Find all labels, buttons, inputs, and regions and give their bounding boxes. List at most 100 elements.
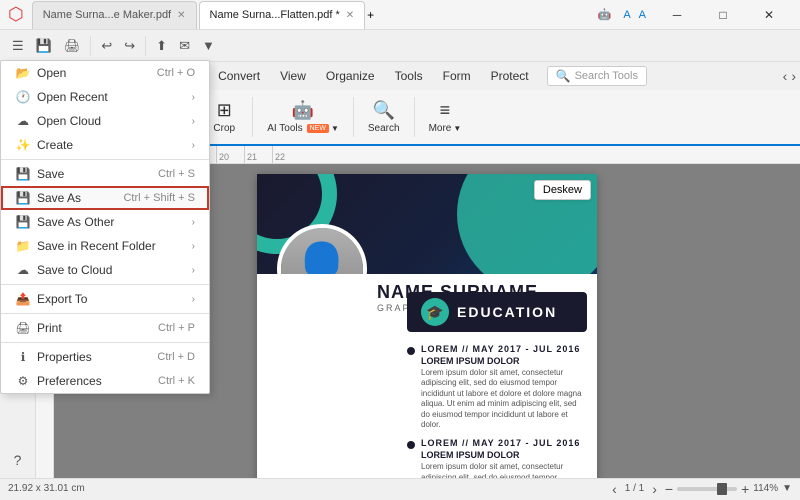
close-button[interactable]: ✕	[746, 0, 792, 30]
menu-properties[interactable]: ℹ Properties Ctrl + D	[1, 345, 209, 369]
menu-export[interactable]: 📤 Export To ›	[1, 287, 209, 311]
search-tools-label: Search Tools	[575, 70, 638, 82]
window-controls: ─ □ ✕	[654, 0, 792, 30]
edu-bullet-2: LOREM // MAY 2017 - JUL 2016 LOREM IPSUM…	[407, 438, 587, 478]
print-icon: 🖨	[15, 321, 31, 335]
menu-save[interactable]: 💾 Save Ctrl + S	[1, 162, 209, 186]
menu-open-cloud[interactable]: ☁ Open Cloud ›	[1, 109, 209, 133]
ruler-tick: 21	[244, 146, 272, 163]
minimize-button[interactable]: ─	[654, 0, 700, 30]
save-recent-folder-icon: 📁	[15, 239, 31, 253]
ribbon-sep5	[353, 97, 354, 137]
divider1	[1, 159, 209, 160]
save-label: Save	[37, 167, 64, 181]
nav-forward[interactable]: ›	[791, 68, 796, 84]
open-recent-icon: 🕐	[15, 90, 31, 104]
menu-open[interactable]: 📂 Open Ctrl + O	[1, 61, 209, 85]
app-logo: ⬡	[8, 4, 24, 25]
save-as-other-label: Save As Other	[37, 215, 114, 229]
menu-save-recent-folder-content: 📁 Save in Recent Folder	[15, 239, 156, 253]
properties-label: Properties	[37, 350, 92, 364]
menu-save-recent-folder[interactable]: 📁 Save in Recent Folder ›	[1, 234, 209, 258]
redo-button[interactable]: ↪	[120, 36, 139, 56]
help-button[interactable]: ?	[4, 446, 32, 474]
maximize-button[interactable]: □	[700, 0, 746, 30]
ai-indicator: 🤖	[598, 8, 612, 21]
menu-open-recent[interactable]: 🕐 Open Recent ›	[1, 85, 209, 109]
undo-button[interactable]: ↩	[97, 36, 116, 56]
ai-tools-button[interactable]: 🤖 AI Tools NEW ▼	[259, 92, 347, 142]
menu-open-recent-content: 🕐 Open Recent	[15, 90, 108, 104]
save-shortcut: Ctrl + S	[158, 168, 195, 180]
zoom-level-label: 114%	[753, 483, 778, 494]
separator1	[90, 36, 91, 56]
menu-export-content: 📤 Export To	[15, 292, 87, 306]
menu-create-content: ✨ Create	[15, 138, 73, 152]
open-cloud-arrow: ›	[192, 116, 195, 127]
photo-placeholder: 👤	[281, 228, 363, 274]
menu-organize[interactable]: Organize	[316, 66, 385, 86]
save-recent-folder-arrow: ›	[192, 241, 195, 252]
menu-properties-content: ℹ Properties	[15, 350, 92, 364]
menu-save-as-other[interactable]: 💾 Save As Other ›	[1, 210, 209, 234]
new-tab-button[interactable]: +	[367, 8, 374, 22]
open-shortcut: Ctrl + O	[157, 67, 195, 79]
open-cloud-label: Open Cloud	[37, 114, 101, 128]
save-cloud-label: Save to Cloud	[37, 263, 112, 277]
search-icon: 🔍	[373, 100, 395, 121]
zoom-dropdown[interactable]: ▼	[782, 483, 792, 494]
pdf-page: 👤 NAME SURNAME GRAPHIC DESIGNER 🎓 EDU	[257, 174, 597, 478]
menu-print[interactable]: 🖨 Print Ctrl + P	[1, 316, 209, 340]
share-button[interactable]: ✉	[175, 36, 194, 56]
menu-save-content: 💾 Save	[15, 167, 64, 181]
tab-2-close[interactable]: ✕	[346, 10, 354, 21]
ruler-tick: 20	[216, 146, 244, 163]
menu-save-as-other-content: 💾 Save As Other	[15, 215, 114, 229]
menu-tools[interactable]: Tools	[385, 66, 433, 86]
more-quick-button[interactable]: ▼	[198, 36, 219, 55]
zoom-in-button[interactable]: +	[741, 481, 749, 497]
file-menu-dropdown: 📂 Open Ctrl + O 🕐 Open Recent › ☁ Open C…	[0, 60, 210, 394]
menu-preferences[interactable]: ⚙ Preferences Ctrl + K	[1, 369, 209, 393]
edu-date-2: LOREM // MAY 2017 - JUL 2016 LOREM IPSUM…	[421, 438, 587, 478]
status-right: ‹ 1 / 1 › − + 114% ▼	[612, 481, 792, 497]
menu-save-cloud-content: ☁ Save to Cloud	[15, 263, 112, 277]
status-prev-page[interactable]: ‹	[612, 481, 617, 497]
menu-save-as[interactable]: 💾 Save As Ctrl + Shift + S	[1, 186, 209, 210]
menu-protect[interactable]: Protect	[481, 66, 539, 86]
upload-button[interactable]: ⬆	[152, 36, 171, 56]
menu-form[interactable]: Form	[433, 66, 481, 86]
menu-save-cloud[interactable]: ☁ Save to Cloud ›	[1, 258, 209, 282]
separator2	[145, 36, 146, 56]
save-as-label: Save As	[37, 191, 81, 205]
menu-create[interactable]: ✨ Create ›	[1, 133, 209, 157]
menu-view[interactable]: View	[270, 66, 316, 86]
zoom-out-button[interactable]: −	[665, 481, 673, 497]
search-button[interactable]: 🔍 Search	[360, 92, 408, 142]
status-bar: 21.92 x 31.01 cm ‹ 1 / 1 › − + 114% ▼	[0, 478, 800, 498]
open-recent-arrow: ›	[192, 92, 195, 103]
menu-button[interactable]: ☰	[8, 36, 28, 56]
tab-1[interactable]: Name Surna...e Maker.pdf ✕	[32, 1, 197, 29]
menu-convert[interactable]: Convert	[208, 66, 270, 86]
tab-1-label: Name Surna...e Maker.pdf	[43, 9, 171, 21]
edu-date-1: LOREM // MAY 2017 - JUL 2016 LOREM IPSUM…	[421, 344, 587, 430]
bullet-dot-1	[407, 347, 415, 355]
tab-2[interactable]: Name Surna...Flatten.pdf * ✕	[199, 1, 366, 29]
save-as-icon: 💾	[15, 191, 31, 205]
bullet-dot-2	[407, 441, 415, 449]
tab-1-close[interactable]: ✕	[177, 10, 185, 21]
export-label: Export To	[37, 292, 87, 306]
status-next-page[interactable]: ›	[652, 481, 657, 497]
zoom-slider[interactable]	[677, 487, 737, 491]
deskew-button[interactable]: Deskew	[534, 180, 591, 200]
more-button[interactable]: ≡ More ▼	[421, 92, 470, 142]
crop-icon: ⊞	[217, 100, 232, 121]
tab-bar: Name Surna...e Maker.pdf ✕ Name Surna...…	[32, 0, 598, 29]
create-icon: ✨	[15, 138, 31, 152]
nav-back[interactable]: ‹	[783, 68, 788, 84]
preferences-shortcut: Ctrl + K	[158, 375, 195, 387]
print-quick-button[interactable]: 🖨	[60, 36, 85, 56]
properties-shortcut: Ctrl + D	[157, 351, 195, 363]
save-quick-button[interactable]: 💾	[32, 36, 56, 56]
